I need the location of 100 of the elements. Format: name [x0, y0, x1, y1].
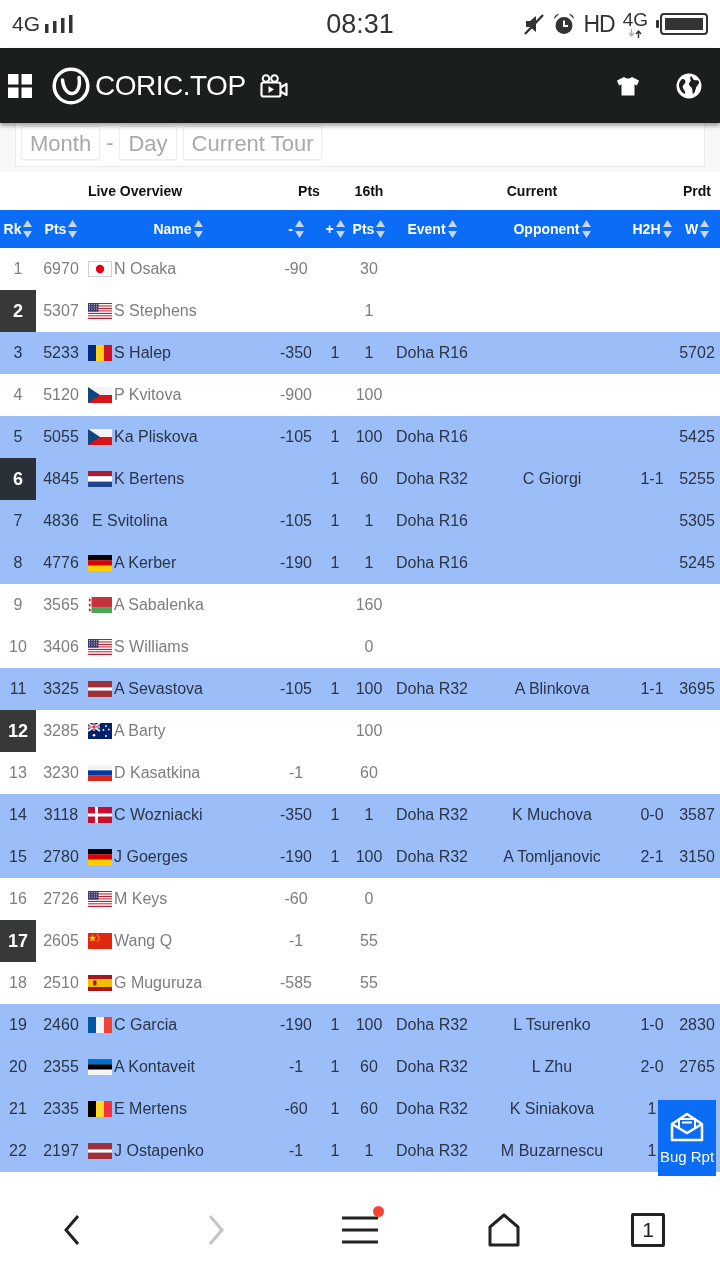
opponent-name: A Tomljanovic	[503, 848, 601, 866]
rank-number: 8	[13, 554, 23, 572]
round-points: 100	[355, 680, 383, 698]
japan-flag-icon	[88, 261, 112, 277]
points-drop: -1	[288, 764, 304, 782]
china-flag-icon	[88, 933, 112, 949]
points-drop: -1	[288, 932, 304, 950]
round-points: 100	[355, 722, 383, 740]
round-points: 1	[364, 1142, 374, 1160]
points-drop: -190	[280, 1016, 312, 1034]
column-group-title: Pts	[298, 183, 320, 199]
filter-dropdown[interactable]: Current Tour	[182, 125, 323, 160]
mute-icon	[523, 13, 546, 35]
round-points: 60	[360, 1100, 378, 1118]
network-label: 4G	[12, 12, 40, 36]
column-header[interactable]: -	[288, 220, 304, 238]
player-name: C Wozniacki	[114, 806, 203, 824]
shirt-icon[interactable]	[616, 75, 640, 96]
h2h-record: 1	[647, 1100, 657, 1118]
opponent-name: A Blinkova	[514, 680, 590, 698]
event-name: Doha R32	[395, 806, 468, 824]
points-gain: 1	[330, 806, 340, 824]
points-gain: 1	[330, 554, 340, 572]
projected-points: 5425	[679, 428, 715, 446]
points-value: 2780	[43, 848, 79, 866]
column-header[interactable]: W	[684, 220, 710, 238]
round-points: 1	[364, 302, 374, 320]
player-name: A Sevastova	[114, 680, 203, 698]
points-drop: -900	[280, 386, 312, 404]
rank-badge: 12	[0, 710, 36, 752]
column-group-title: Prdt	[683, 183, 711, 199]
envelope-icon	[670, 1111, 704, 1142]
opponent-name: C Giorgi	[522, 470, 582, 488]
rank-badge: 2	[0, 290, 36, 332]
opponent-name: K Muchova	[511, 806, 592, 824]
player-name: C Garcia	[114, 1016, 178, 1034]
column-header[interactable]: Opponent	[513, 220, 591, 238]
latvia-flag-icon	[88, 681, 112, 697]
player-name: S Halep	[114, 344, 171, 362]
grid-icon[interactable]	[8, 73, 32, 98]
column-header[interactable]: Pts	[44, 220, 78, 238]
column-header[interactable]: Rk	[3, 220, 33, 238]
projected-points: 2765	[679, 1058, 715, 1076]
hd-label: HD	[583, 10, 615, 38]
logo-icon[interactable]	[52, 66, 90, 105]
rank-number: 21	[9, 1100, 27, 1118]
projected-points: 3695	[679, 680, 715, 698]
points-drop: -585	[280, 974, 312, 992]
usa-flag-icon	[88, 891, 112, 907]
rank-number: 11	[9, 680, 27, 698]
column-header[interactable]: Pts	[352, 220, 386, 238]
site-name[interactable]: CORIC.TOP	[95, 69, 246, 102]
event-name: Doha R32	[395, 1142, 468, 1160]
points-drop: -1	[288, 1058, 304, 1076]
opponent-name: L Tsurenko	[513, 1016, 591, 1034]
points-value: 4836	[43, 512, 79, 530]
filter-dropdown[interactable]: Day	[119, 125, 177, 160]
column-header[interactable]: +	[325, 220, 345, 238]
points-gain: 1	[330, 1142, 340, 1160]
player-name: A Kerber	[114, 554, 177, 572]
column-header[interactable]: Name	[153, 220, 203, 238]
column-header[interactable]: Event	[407, 220, 457, 238]
filter-dropdown[interactable]: Month	[21, 125, 101, 160]
home-button[interactable]	[486, 1212, 522, 1248]
points-drop: -1	[288, 1142, 304, 1160]
data-arrows-icon	[628, 28, 643, 38]
points-value: 3230	[43, 764, 79, 782]
denmark-flag-icon	[88, 807, 112, 823]
points-gain: 1	[330, 470, 340, 488]
points-gain: 1	[330, 680, 340, 698]
player-name: A Kontaveit	[114, 1058, 195, 1076]
globe-icon[interactable]	[676, 72, 702, 99]
event-name: Doha R16	[395, 344, 468, 362]
rank-number: 15	[9, 848, 27, 866]
spain-flag-icon	[88, 975, 112, 991]
rank-number: 22	[9, 1142, 27, 1160]
round-points: 1	[364, 344, 374, 362]
column-group-title: 16th	[354, 183, 384, 199]
event-name: Doha R16	[395, 554, 468, 572]
points-value: 5120	[43, 386, 79, 404]
round-points: 100	[355, 428, 383, 446]
netherlands-flag-icon	[88, 471, 112, 487]
event-name: Doha R32	[395, 680, 468, 698]
projected-points: 5702	[679, 344, 715, 362]
round-points: 100	[355, 386, 383, 404]
points-value: 3118	[43, 806, 79, 824]
points-gain: 1	[330, 1058, 340, 1076]
bug-report-button[interactable]: Bug Rpt	[658, 1100, 716, 1176]
points-value: 3325	[43, 680, 79, 698]
tabs-button[interactable]: 1	[631, 1213, 665, 1247]
back-button[interactable]	[63, 1214, 81, 1246]
clock-time: 08:31	[326, 8, 394, 40]
video-camera-icon[interactable]	[259, 73, 288, 98]
player-name: A Barty	[114, 722, 166, 740]
player-name: A Sabalenka	[114, 596, 204, 614]
player-name: K Bertens	[114, 470, 185, 488]
column-header[interactable]: H2H	[632, 220, 672, 238]
event-name: Doha R16	[395, 512, 468, 530]
points-drop: -350	[280, 344, 312, 362]
column-group-title: Current	[506, 183, 558, 199]
